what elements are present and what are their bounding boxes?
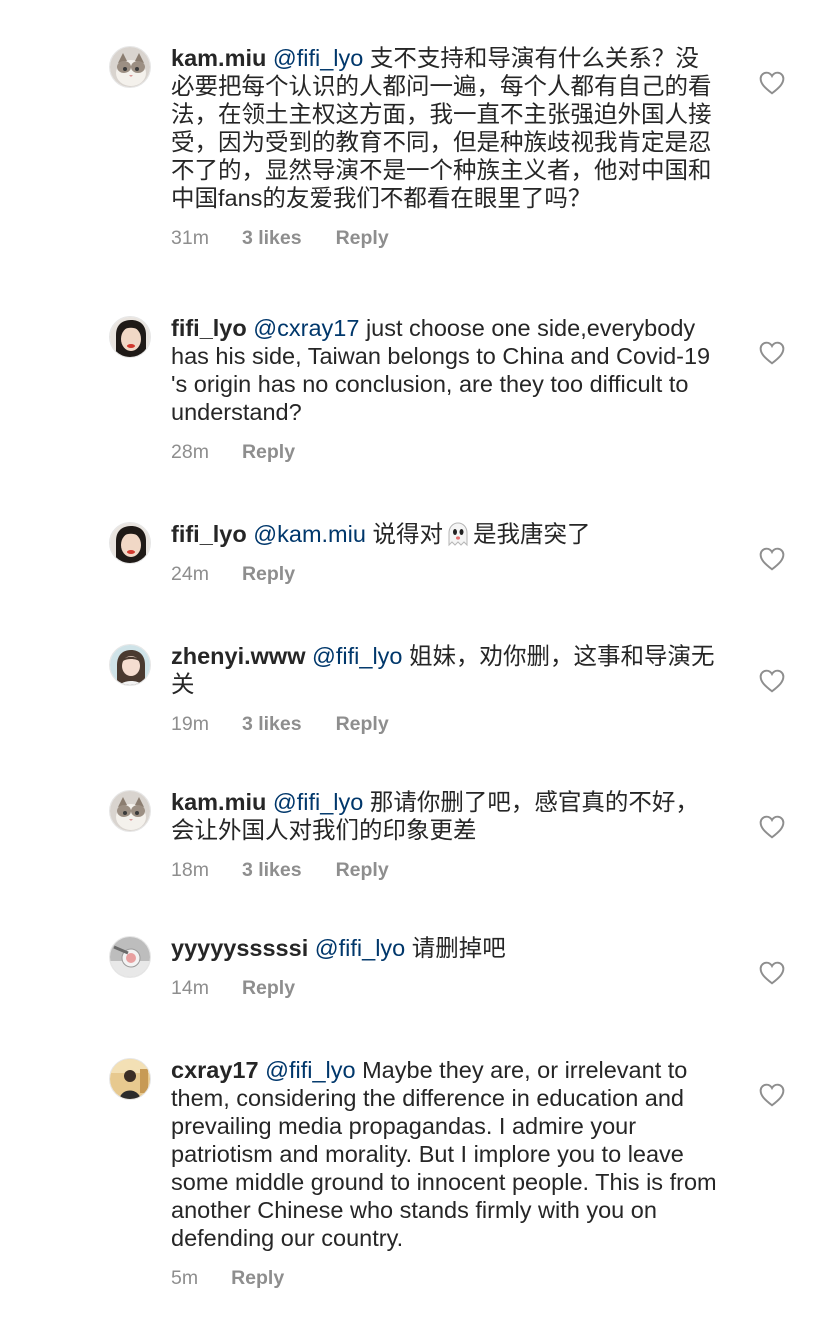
comment-text: fifi_lyo @cxray17 just choose one side,e… (171, 314, 719, 426)
comment-text: kam.miu @fifi_lyo 那请你删了吧，感官真的不好，会让外国人对我们… (171, 788, 719, 844)
heart-outline-icon[interactable] (759, 961, 785, 985)
comment-content: just choose one side,everybody has his s… (171, 315, 711, 425)
comment-username[interactable]: fifi_lyo (171, 315, 247, 341)
mention-link[interactable]: @fifi_lyo (265, 1057, 355, 1083)
avatar[interactable] (109, 316, 151, 358)
reply-button[interactable]: Reply (231, 1266, 284, 1290)
avatar[interactable] (109, 522, 151, 564)
mention-link[interactable]: @cxray17 (253, 315, 359, 341)
comment-timestamp: 18m (171, 859, 209, 881)
comment-text: kam.miu @fifi_lyo 支不支持和导演有什么关系？没必要把每个认识的… (171, 44, 719, 212)
comment-body: kam.miu @fifi_lyo 那请你删了吧，感官真的不好，会让外国人对我们… (171, 788, 719, 882)
likes-count[interactable]: 3 likes (242, 712, 302, 736)
heart-outline-icon[interactable] (759, 341, 785, 365)
heart-outline-icon[interactable] (759, 1083, 785, 1107)
comment-body: fifi_lyo @kam.miu 说得对 是我唐突了 24m Reply (171, 520, 719, 586)
reply-button[interactable]: Reply (242, 562, 295, 586)
heart-outline-icon[interactable] (759, 815, 785, 839)
comment-body: fifi_lyo @cxray17 just choose one side,e… (171, 314, 719, 464)
comment-content: Maybe they are, or irrelevant to them, c… (171, 1057, 717, 1251)
comment-timestamp: 28m (171, 441, 209, 463)
comment-timestamp: 24m (171, 563, 209, 585)
mention-link[interactable]: @kam.miu (253, 521, 366, 547)
comment-text: fifi_lyo @kam.miu 说得对 是我唐突了 (171, 520, 719, 548)
comment-username[interactable]: fifi_lyo (171, 521, 247, 547)
comment-body: zhenyi.www @fifi_lyo 姐妹，劝你删，这事和导演无关 19m 3… (171, 642, 719, 736)
comment-meta: 19m 3 likes Reply (171, 712, 719, 736)
comment-timestamp: 19m (171, 713, 209, 735)
comment-username[interactable]: kam.miu (171, 45, 266, 71)
mention-link[interactable]: @fifi_lyo (273, 789, 363, 815)
reply-button[interactable]: Reply (336, 858, 389, 882)
mention-link[interactable]: @fifi_lyo (315, 935, 405, 961)
heart-outline-icon[interactable] (759, 669, 785, 693)
comment-meta: 24m Reply (171, 562, 719, 586)
reply-button[interactable]: Reply (242, 976, 295, 1000)
mention-link[interactable]: @fifi_lyo (273, 45, 363, 71)
avatar[interactable] (109, 936, 151, 978)
mention-link[interactable]: @fifi_lyo (312, 643, 402, 669)
comment-timestamp: 31m (171, 227, 209, 249)
comment-content: 请删掉吧 (411, 935, 506, 961)
comment-content: 是我唐突了 (472, 521, 591, 547)
comment-meta: 5m Reply (171, 1266, 719, 1290)
comment-body: kam.miu @fifi_lyo 支不支持和导演有什么关系？没必要把每个认识的… (171, 44, 719, 250)
likes-count[interactable]: 3 likes (242, 858, 302, 882)
comment-meta: 14m Reply (171, 976, 719, 1000)
comment-body: cxray17 @fifi_lyo Maybe they are, or irr… (171, 1056, 719, 1290)
comment-text: yyyyysssssi @fifi_lyo 请删掉吧 (171, 934, 719, 962)
comment-body: yyyyysssssi @fifi_lyo 请删掉吧 14m Reply (171, 934, 719, 1000)
comment-meta: 28m Reply (171, 440, 719, 464)
heart-outline-icon[interactable] (759, 547, 785, 571)
comment-text: cxray17 @fifi_lyo Maybe they are, or irr… (171, 1056, 719, 1252)
comment-timestamp: 14m (171, 977, 209, 999)
reply-button[interactable]: Reply (336, 226, 389, 250)
comment-username[interactable]: cxray17 (171, 1057, 259, 1083)
avatar[interactable] (109, 644, 151, 686)
avatar[interactable] (109, 790, 151, 832)
avatar[interactable] (109, 46, 151, 88)
comment-meta: 18m 3 likes Reply (171, 858, 719, 882)
avatar[interactable] (109, 1058, 151, 1100)
comment-text: zhenyi.www @fifi_lyo 姐妹，劝你删，这事和导演无关 (171, 642, 719, 698)
reply-button[interactable]: Reply (336, 712, 389, 736)
likes-count[interactable]: 3 likes (242, 226, 302, 250)
ghost-emoji-icon (445, 521, 471, 547)
comment-username[interactable]: kam.miu (171, 789, 266, 815)
comment-content: 说得对 (372, 521, 443, 547)
comment-username[interactable]: zhenyi.www (171, 643, 306, 669)
heart-outline-icon[interactable] (759, 71, 785, 95)
comment-meta: 31m 3 likes Reply (171, 226, 719, 250)
comment-timestamp: 5m (171, 1267, 199, 1289)
comment-username[interactable]: yyyyysssssi (171, 935, 308, 961)
reply-button[interactable]: Reply (242, 440, 295, 464)
